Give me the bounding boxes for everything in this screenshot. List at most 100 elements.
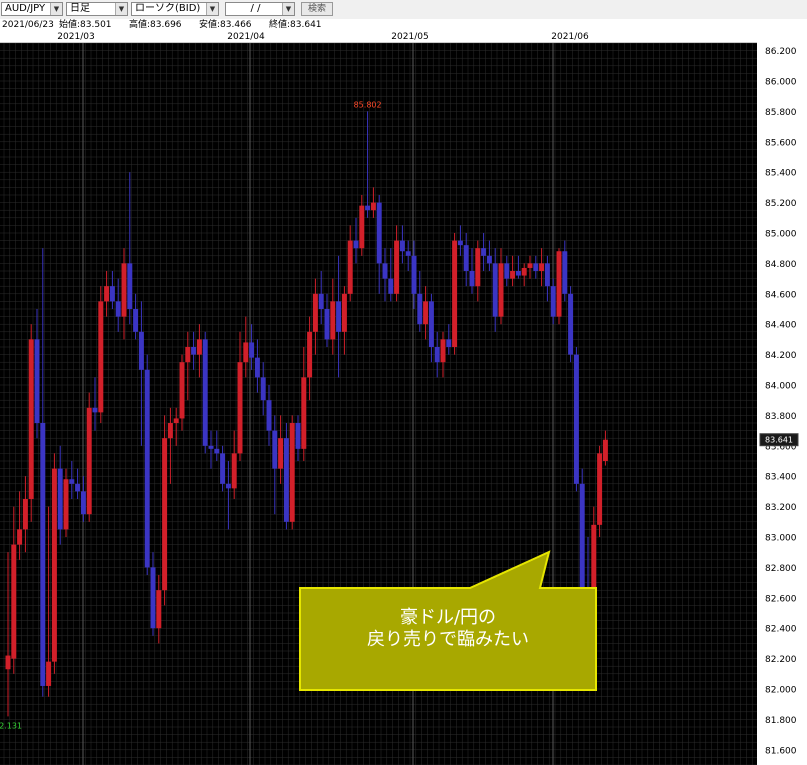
candle-body bbox=[115, 301, 121, 317]
candle-body bbox=[330, 301, 336, 340]
candle-body bbox=[57, 468, 63, 530]
candle-body bbox=[243, 342, 249, 363]
candle-body bbox=[220, 453, 226, 484]
candle-body bbox=[11, 544, 17, 659]
candle-body bbox=[527, 263, 533, 268]
candle-body bbox=[504, 263, 510, 279]
y-tick-label: 83.800 bbox=[765, 412, 797, 422]
y-tick-label: 85.600 bbox=[765, 138, 797, 148]
candle-body bbox=[347, 240, 353, 294]
candle-body bbox=[533, 263, 539, 271]
y-tick-label: 82.000 bbox=[765, 686, 797, 696]
candle-body bbox=[150, 567, 156, 629]
candle-body bbox=[109, 286, 115, 302]
candle-body bbox=[568, 293, 574, 355]
candle-body bbox=[272, 430, 278, 469]
candle-body bbox=[266, 400, 272, 431]
candle-body bbox=[463, 245, 469, 271]
candle-body bbox=[359, 205, 365, 249]
candle-body bbox=[312, 293, 318, 332]
y-tick-label: 82.800 bbox=[765, 564, 797, 574]
candle-body bbox=[104, 286, 110, 302]
y-tick-label: 85.800 bbox=[765, 108, 797, 118]
y-tick-label: 82.600 bbox=[765, 594, 797, 604]
candle-body bbox=[92, 407, 98, 413]
candle-body bbox=[46, 661, 52, 686]
y-tick-label: 84.600 bbox=[765, 290, 797, 300]
candle-body bbox=[388, 278, 394, 294]
candle-body bbox=[295, 423, 301, 449]
candle-body bbox=[86, 407, 92, 515]
candle-body bbox=[452, 240, 458, 347]
candle-body bbox=[399, 240, 405, 252]
candle-body bbox=[133, 309, 139, 332]
candle-body bbox=[173, 418, 179, 423]
candle-body bbox=[457, 240, 463, 246]
y-tick-label: 83.200 bbox=[765, 503, 797, 513]
candle-body bbox=[202, 339, 208, 446]
candle-body bbox=[510, 271, 516, 279]
candle-body bbox=[28, 339, 34, 499]
candle-body bbox=[34, 339, 40, 423]
candle-body bbox=[434, 347, 440, 363]
candle-body bbox=[428, 301, 434, 347]
candle-body bbox=[544, 263, 550, 287]
candle-body bbox=[51, 468, 57, 662]
candle-body bbox=[405, 251, 411, 256]
candle-body bbox=[486, 255, 492, 264]
candle-body bbox=[492, 263, 498, 317]
candle-body bbox=[411, 255, 417, 294]
candle-body bbox=[185, 347, 191, 363]
candle-body bbox=[249, 342, 255, 358]
candle-body bbox=[225, 483, 231, 489]
candle-body bbox=[138, 331, 144, 370]
candle-body bbox=[556, 251, 562, 317]
candle-body bbox=[353, 240, 359, 249]
candle-body bbox=[394, 240, 400, 294]
candle-body bbox=[196, 339, 202, 355]
callout-text: 豪ドル/円の 戻り売りで臨みたい bbox=[300, 607, 596, 651]
candle-body bbox=[307, 331, 313, 378]
candle-body bbox=[365, 205, 371, 211]
candle-body bbox=[301, 377, 307, 449]
candle-body bbox=[382, 263, 388, 279]
candle-body bbox=[237, 362, 243, 454]
candle-body bbox=[336, 301, 342, 332]
candle-body bbox=[515, 271, 521, 276]
candle-body bbox=[191, 347, 197, 355]
y-tick-label: 84.000 bbox=[765, 382, 797, 392]
candle-body bbox=[597, 453, 603, 525]
y-tick-label: 83.400 bbox=[765, 473, 797, 483]
candle-body bbox=[481, 248, 487, 256]
candle-body bbox=[469, 271, 475, 287]
y-tick-label: 81.600 bbox=[765, 746, 797, 756]
candle-body bbox=[498, 263, 504, 317]
y-tick-label: 85.000 bbox=[765, 230, 797, 240]
candle-body bbox=[167, 423, 173, 439]
candle-body bbox=[231, 453, 237, 489]
candle-body bbox=[80, 491, 86, 515]
y-tick-label: 84.200 bbox=[765, 351, 797, 361]
candle-body bbox=[63, 479, 69, 530]
candle-body bbox=[121, 263, 127, 317]
candle-body bbox=[127, 263, 133, 309]
candle-body bbox=[446, 339, 452, 347]
candle-body bbox=[550, 286, 556, 317]
candle-body bbox=[144, 369, 150, 568]
last-price-label: 83.641 bbox=[765, 436, 793, 445]
candle-body bbox=[162, 438, 168, 591]
y-tick-label: 84.400 bbox=[765, 321, 797, 331]
callout-line-2: 戻り売りで臨みたい bbox=[367, 629, 529, 650]
candle-body bbox=[40, 423, 46, 686]
candle-body bbox=[423, 301, 429, 325]
y-tick-label: 85.200 bbox=[765, 199, 797, 209]
y-tick-label: 86.000 bbox=[765, 78, 797, 88]
y-tick-label: 86.200 bbox=[765, 47, 797, 57]
low-price-marker: 82.131 bbox=[0, 721, 22, 730]
candle-body bbox=[22, 499, 28, 530]
candle-body bbox=[440, 339, 446, 363]
candle-body bbox=[260, 377, 266, 401]
y-tick-label: 83.000 bbox=[765, 534, 797, 544]
candle-body bbox=[289, 423, 295, 522]
candle-body bbox=[324, 309, 330, 340]
